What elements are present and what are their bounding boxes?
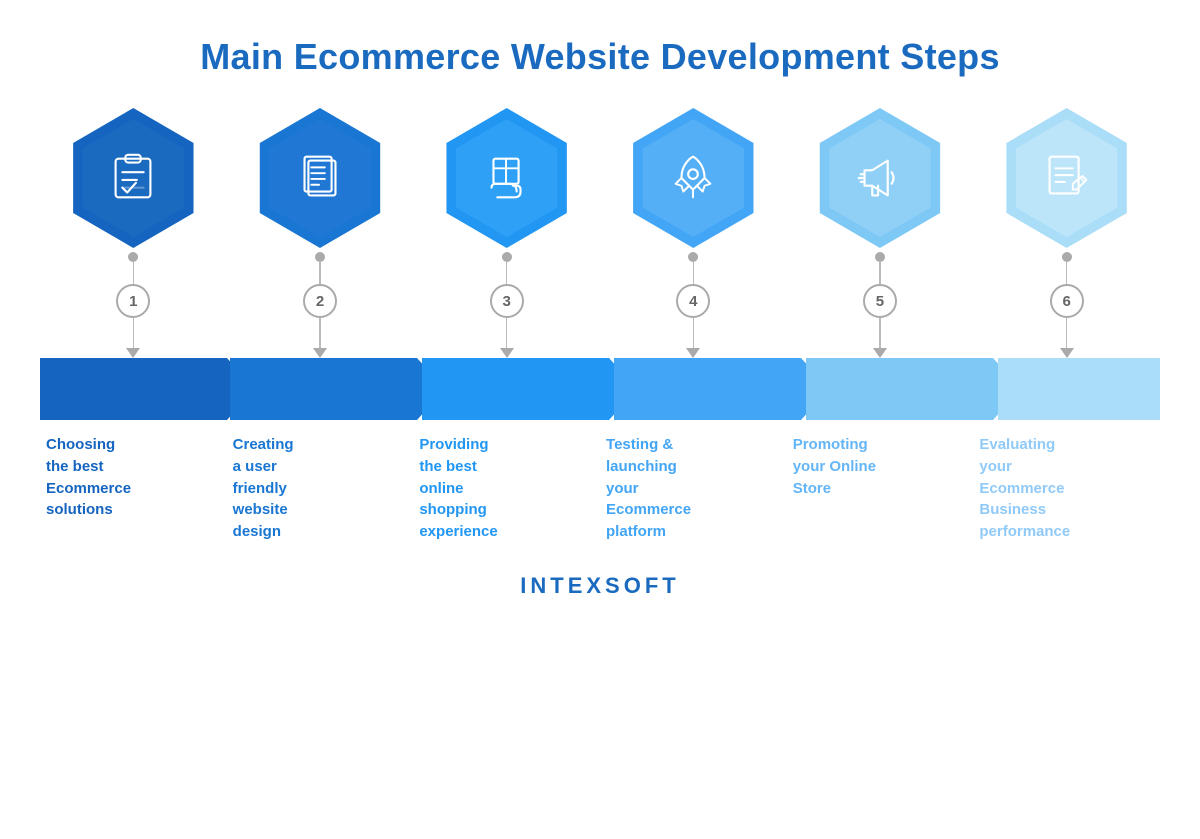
rocket-icon	[664, 149, 722, 207]
brand-footer: INTEXSOFT	[520, 573, 679, 599]
step-1-hex	[63, 108, 203, 248]
icons-row: 1	[40, 108, 1160, 358]
step-5-vline-bottom	[879, 318, 881, 348]
step-6-vline-bottom	[1066, 318, 1068, 348]
step-2-arrow	[313, 348, 327, 358]
step-4-col: 4	[600, 108, 787, 358]
step-2-number: 2	[303, 284, 337, 318]
step-2-dot	[315, 252, 325, 262]
step-6-hex	[997, 108, 1137, 248]
step-5-col: 5	[787, 108, 974, 358]
step-1-arrow	[126, 348, 140, 358]
step-3-label: Providing the best online shopping exper…	[413, 420, 600, 543]
step-2-hex	[250, 108, 390, 248]
step-4-arrow	[686, 348, 700, 358]
step-5-arrow	[873, 348, 887, 358]
step-1-vline-bottom	[133, 318, 135, 348]
step-3-label-text: Providing the best online shopping exper…	[419, 436, 497, 540]
arrow-band-svg	[40, 358, 1160, 420]
step-4-dot	[688, 252, 698, 262]
step-6-arrow	[1060, 348, 1074, 358]
step-5-vline-top	[879, 262, 881, 284]
labels-row: Choosing the best Ecommerce solutions Cr…	[40, 420, 1160, 543]
step-6-col: 6	[973, 108, 1160, 358]
step-4-number: 4	[676, 284, 710, 318]
step-2-vline-bottom	[319, 318, 321, 348]
step-1-label: Choosing the best Ecommerce solutions	[40, 420, 227, 543]
step-6-label: Evaluating your Ecommerce Business perfo…	[973, 420, 1160, 543]
step-3-col: 3	[413, 108, 600, 358]
step-5-hex	[810, 108, 950, 248]
delivery-icon	[478, 149, 536, 207]
step-6-label-text: Evaluating your Ecommerce Business perfo…	[979, 436, 1070, 540]
step-3-dot	[502, 252, 512, 262]
step-2-label: Creating a user friendly website design	[227, 420, 414, 543]
step-3-vline-bottom	[506, 318, 508, 348]
step-6-dot	[1062, 252, 1072, 262]
clipboard-icon	[104, 149, 162, 207]
step-6-number: 6	[1050, 284, 1084, 318]
step-4-vline-top	[693, 262, 695, 284]
step-4-label-text: Testing & launching your Ecommerce platf…	[606, 436, 691, 540]
step-5-label-text: Promoting your Online Store	[793, 436, 876, 497]
step-3-arrow	[500, 348, 514, 358]
step-1-vline-top	[133, 262, 135, 284]
page-title: Main Ecommerce Website Development Steps	[200, 36, 1000, 78]
step-3-hex	[437, 108, 577, 248]
documents-icon	[291, 149, 349, 207]
step-5-number: 5	[863, 284, 897, 318]
arrow-band	[40, 358, 1160, 420]
step-1-dot	[128, 252, 138, 262]
step-3-vline-top	[506, 262, 508, 284]
step-1-label-text: Choosing the best Ecommerce solutions	[46, 436, 131, 518]
step-4-hex	[623, 108, 763, 248]
step-1-col: 1	[40, 108, 227, 358]
step-2-label-text: Creating a user friendly website design	[233, 436, 294, 540]
step-6-vline-top	[1066, 262, 1068, 284]
step-4-label: Testing & launching your Ecommerce platf…	[600, 420, 787, 543]
step-1-number: 1	[116, 284, 150, 318]
step-2-vline-top	[319, 262, 321, 284]
step-4-vline-bottom	[693, 318, 695, 348]
step-5-label: Promoting your Online Store	[787, 420, 974, 543]
report-icon	[1038, 149, 1096, 207]
step-3-number: 3	[490, 284, 524, 318]
brand-text: INTEXSOFT	[520, 573, 679, 598]
step-5-dot	[875, 252, 885, 262]
megaphone-icon	[851, 149, 909, 207]
step-2-col: 2	[227, 108, 414, 358]
main-content: Main Ecommerce Website Development Steps	[0, 0, 1200, 599]
